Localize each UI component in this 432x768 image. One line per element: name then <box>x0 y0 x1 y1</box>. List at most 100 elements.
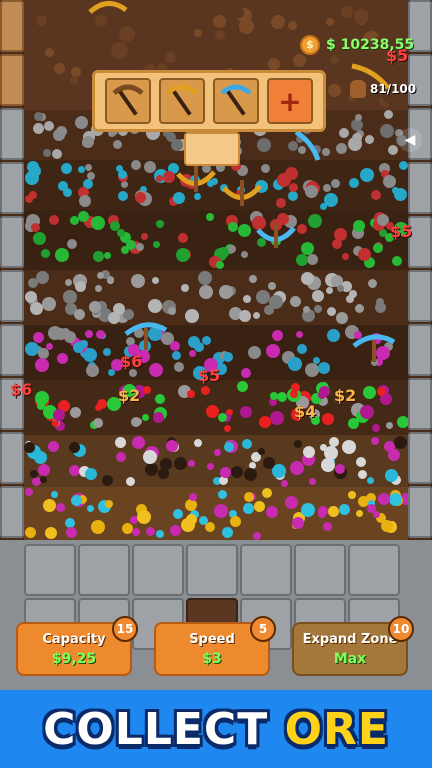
ore-chunk <box>42 498 56 512</box>
tool-slot-blue[interactable] <box>213 78 259 124</box>
ore-chunk <box>24 171 39 186</box>
ore-chunk <box>24 526 36 538</box>
ore-chunk <box>335 311 348 324</box>
ore-chunk <box>159 457 172 470</box>
banner-word-collect: COLLECT <box>43 703 269 755</box>
ore-chunk <box>135 191 147 203</box>
dirt-chunk <box>54 62 66 74</box>
ore-chunk <box>217 489 227 499</box>
ore-chunk <box>242 295 251 304</box>
ore-chunk <box>261 163 271 173</box>
upgrade-price: $3 <box>202 650 222 667</box>
ore-chunk <box>338 503 350 515</box>
dirt-chunk <box>214 29 225 40</box>
ore-chunk <box>243 467 257 481</box>
ore-chunk <box>33 122 45 134</box>
ore-chunk <box>79 194 92 207</box>
ore-chunk <box>173 508 184 519</box>
ore-chunk <box>365 134 375 144</box>
ore-chunk <box>336 284 344 292</box>
ore-chunk <box>101 475 113 487</box>
ore-chunk <box>43 121 54 132</box>
ore-chunk <box>131 527 140 536</box>
upgrade-label: Capacity <box>42 631 106 647</box>
ore-chunk <box>198 284 213 299</box>
ore-chunk <box>356 456 367 467</box>
ore-chunk <box>120 181 128 189</box>
expand-zone-upgrade-button[interactable]: Expand Zone Max 10 <box>292 616 414 676</box>
ore-chunk <box>332 238 343 249</box>
speaker-icon[interactable]: ◀ <box>398 128 422 152</box>
upgrade-price: Max <box>333 650 367 667</box>
ore-chunk <box>383 110 393 120</box>
price-popup: $4 <box>294 402 317 421</box>
ore-chunk <box>281 479 289 487</box>
ore-chunk <box>291 517 304 530</box>
ore-chunk <box>27 277 38 288</box>
tool-slot-gold[interactable] <box>159 78 205 124</box>
ore-bag-icon <box>350 80 366 98</box>
ore-chunk <box>218 285 233 300</box>
price-popup: $2 <box>334 386 357 405</box>
ore-chunk <box>213 448 221 456</box>
ore-chunk <box>220 466 232 478</box>
add-tool-button[interactable]: + <box>267 78 313 124</box>
ore-chunk <box>388 492 402 506</box>
tool-slot-brown[interactable] <box>105 78 151 124</box>
ore-chunk <box>84 164 92 172</box>
ore-chunk <box>41 297 56 312</box>
ore-chunk <box>204 521 215 532</box>
ore-chunk <box>65 278 73 286</box>
capacity-value: 81/100 <box>370 82 417 96</box>
ore-chunk <box>284 167 298 181</box>
ore-chunk <box>184 309 199 324</box>
ore-chunk <box>47 326 62 341</box>
ore-chunk <box>115 451 126 462</box>
ore-chunk <box>295 330 303 338</box>
ore-chunk <box>175 247 190 262</box>
pickaxe-icon <box>294 129 321 161</box>
upgrade-bar: Capacity $9,25 15 Speed $3 5 Expand Zone… <box>0 616 432 680</box>
ore-chunk <box>217 413 227 423</box>
ore-chunk <box>77 211 89 223</box>
level-badge: 5 <box>250 616 276 642</box>
dirt-chunk <box>267 57 280 70</box>
ore-chunk <box>334 464 345 475</box>
ore-chunk <box>348 177 359 188</box>
ore-chunk <box>223 424 231 432</box>
ore-chunk <box>230 466 243 479</box>
tool-panel: + <box>92 70 326 132</box>
ore-chunk <box>265 344 280 359</box>
ore-chunk <box>331 178 341 188</box>
ore-chunk <box>39 475 47 483</box>
speed-upgrade-button[interactable]: Speed $3 5 <box>154 616 276 676</box>
ore-chunk <box>140 232 148 240</box>
price-popup: $6 <box>10 380 33 399</box>
upgrade-label: Expand Zone <box>302 631 398 647</box>
ore-chunk <box>241 250 249 258</box>
ore-chunk <box>215 261 224 270</box>
ore-chunk <box>258 447 266 455</box>
dirt-chunk <box>354 8 370 24</box>
ore-chunk <box>121 245 130 254</box>
dirt-chunk <box>118 25 135 42</box>
dirt-chunk <box>64 7 78 21</box>
ore-chunk <box>384 469 398 483</box>
ore-chunk <box>151 276 159 284</box>
pickaxe-gold-icon <box>166 84 198 116</box>
game-field[interactable]: $5 $6 $6 $2 $5 $4 $2 $5 + $ $ 10238,55 8… <box>0 0 432 690</box>
ore-chunk <box>357 469 367 479</box>
ore-chunk <box>352 220 365 233</box>
pickaxe-icon <box>88 1 128 14</box>
promo-banner: COLLECT ORE <box>0 690 432 768</box>
ore-chunk <box>301 502 315 517</box>
capacity-upgrade-button[interactable]: Capacity $9,25 15 <box>16 616 138 676</box>
ore-chunk <box>90 215 105 230</box>
pickaxe-icon <box>176 166 216 192</box>
ore-chunk <box>287 190 298 201</box>
banner-title: COLLECT ORE <box>43 704 389 755</box>
ore-chunk <box>373 242 383 253</box>
ore-chunk <box>106 275 114 283</box>
ore-chunk <box>92 251 104 263</box>
ore-chunk <box>355 113 363 121</box>
